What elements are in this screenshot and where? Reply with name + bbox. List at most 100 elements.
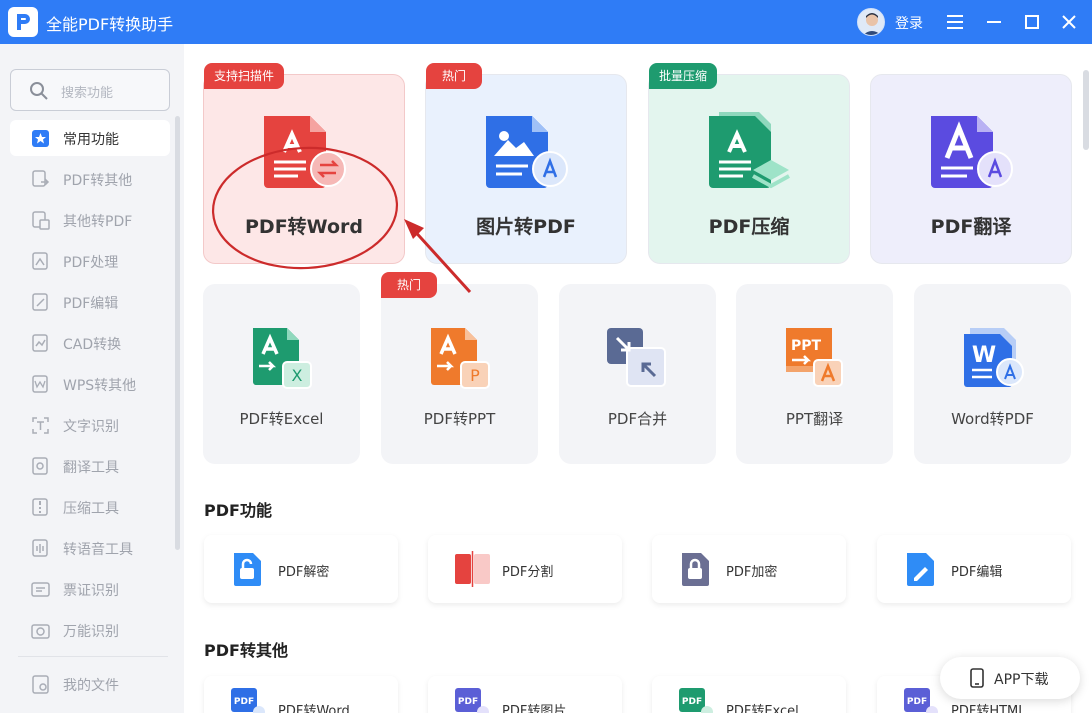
sidebar-item-label: CAD转换 bbox=[63, 337, 122, 353]
feature-card-pdf-to-word[interactable]: 支持扫描件 PDF转Word bbox=[203, 63, 405, 264]
tool-name: Word转PDF bbox=[951, 410, 1034, 428]
ticket-icon bbox=[31, 580, 50, 599]
pdf-process-icon bbox=[31, 252, 50, 271]
small-card-pdf-encrypt[interactable]: PDF加密 bbox=[652, 535, 846, 603]
sidebar-item-translate[interactable]: 翻译工具 bbox=[10, 448, 170, 484]
sidebar-item-universal[interactable]: 万能识别 bbox=[10, 612, 170, 648]
feature-tag: 支持扫描件 bbox=[204, 63, 285, 89]
tool-card-pdf-merge[interactable]: PDF合并 bbox=[559, 284, 716, 464]
small-card-name: PDF分割 bbox=[502, 565, 554, 580]
sidebar-scrollbar[interactable] bbox=[175, 116, 180, 550]
title-bar: 全能PDF转换助手 登录 bbox=[0, 0, 1092, 44]
folder-icon bbox=[31, 675, 50, 694]
sidebar-item-common[interactable]: 常用功能 bbox=[10, 120, 170, 156]
pdf-to-excel-icon: X bbox=[249, 326, 315, 396]
tool-card-pdf-to-ppt[interactable]: 热门 P PDF转PPT bbox=[381, 272, 538, 464]
sidebar-item-compress[interactable]: 压缩工具 bbox=[10, 489, 170, 525]
icon-letter: PPT bbox=[791, 338, 822, 354]
feature-name: PDF翻译 bbox=[930, 216, 1012, 238]
close-icon[interactable] bbox=[1058, 11, 1080, 33]
sidebar-item-label: PDF转其他 bbox=[63, 173, 133, 189]
sidebar-item-voice[interactable]: 转语音工具 bbox=[10, 530, 170, 566]
small-card-pdf-to-image[interactable]: PDF PDF转图片 bbox=[428, 676, 622, 713]
split-icon bbox=[455, 551, 491, 591]
sidebar-item-cad[interactable]: CAD转换 bbox=[10, 325, 170, 361]
feature-card-pdf-compress[interactable]: 批量压缩 PDF压缩 bbox=[648, 63, 850, 264]
feature-name: 图片转PDF bbox=[476, 216, 576, 238]
main-scrollbar[interactable] bbox=[1083, 70, 1089, 150]
sidebar-item-wps[interactable]: WPS转其他 bbox=[10, 366, 170, 402]
small-card-pdf-to-excel[interactable]: PDF PDF转Excel bbox=[652, 676, 846, 713]
pdf-to-word-icon bbox=[260, 112, 350, 206]
small-card-pdf-decrypt[interactable]: PDF解密 bbox=[204, 535, 398, 603]
section-title: PDF功能 bbox=[204, 501, 272, 520]
feature-card-image-to-pdf[interactable]: 热门 图片转PDF bbox=[425, 63, 627, 264]
login-button[interactable]: 登录 bbox=[895, 13, 923, 33]
pdf-to-word-small-icon: PDF bbox=[231, 688, 265, 713]
avatar[interactable] bbox=[857, 8, 885, 36]
small-card-name: PDF转Excel bbox=[726, 704, 799, 713]
sidebar-item-label: 票证识别 bbox=[63, 583, 119, 599]
search-icon bbox=[29, 81, 49, 105]
app-download-button[interactable]: APP下载 bbox=[940, 657, 1080, 699]
image-to-pdf-icon bbox=[482, 112, 572, 206]
sidebar-item-label: WPS转其他 bbox=[63, 378, 137, 394]
feature-tag: 批量压缩 bbox=[649, 63, 718, 89]
menu-icon[interactable] bbox=[944, 11, 966, 33]
pdf-translate-icon bbox=[927, 112, 1017, 206]
minimize-icon[interactable] bbox=[983, 11, 1005, 33]
section-title: PDF转其他 bbox=[204, 641, 288, 660]
pdf-to-ppt-icon: P bbox=[427, 326, 493, 396]
icon-letter: PDF bbox=[682, 697, 702, 707]
pdf-to-html-small-icon: PDF bbox=[904, 688, 938, 713]
wps-icon bbox=[31, 375, 50, 394]
app-title: 全能PDF转换助手 bbox=[46, 15, 174, 34]
sidebar-item-label: 压缩工具 bbox=[63, 501, 119, 517]
tool-card-ppt-translate[interactable]: PPT PPT翻译 bbox=[736, 284, 893, 464]
small-card-name: PDF转图片 bbox=[502, 704, 567, 713]
phone-icon bbox=[970, 668, 984, 692]
sidebar-item-ticket[interactable]: 票证识别 bbox=[10, 571, 170, 607]
tool-tag: 热门 bbox=[381, 272, 438, 298]
sidebar-item-pdf-to-other[interactable]: PDF转其他 bbox=[10, 161, 170, 197]
tool-card-pdf-to-excel[interactable]: X PDF转Excel bbox=[203, 284, 360, 464]
star-grid-icon bbox=[31, 129, 50, 148]
sidebar-item-pdf-process[interactable]: PDF处理 bbox=[10, 243, 170, 279]
ocr-icon bbox=[31, 416, 50, 435]
pdf-compress-icon bbox=[705, 112, 795, 206]
sidebar-item-label: 万能识别 bbox=[63, 624, 119, 640]
sidebar-item-label: 转语音工具 bbox=[63, 542, 133, 558]
search-placeholder: 搜索功能 bbox=[61, 86, 114, 101]
tool-card-word-to-pdf[interactable]: W Word转PDF bbox=[914, 284, 1071, 464]
sidebar-item-label: 我的文件 bbox=[63, 678, 119, 694]
translate-icon bbox=[31, 457, 50, 476]
sidebar-item-my-files[interactable]: 我的文件 bbox=[10, 666, 170, 702]
feature-tag: 热门 bbox=[426, 63, 483, 89]
small-card-pdf-to-word[interactable]: PDF PDF转Word bbox=[204, 676, 398, 713]
sidebar-item-other-to-pdf[interactable]: 其他转PDF bbox=[10, 202, 170, 238]
icon-letter: PDF bbox=[907, 697, 927, 707]
edit-icon bbox=[904, 551, 938, 591]
small-card-pdf-split[interactable]: PDF分割 bbox=[428, 535, 622, 603]
sidebar-item-label: 翻译工具 bbox=[63, 460, 119, 476]
app-download-label: APP下载 bbox=[994, 672, 1049, 688]
sidebar: 搜索功能 常用功能 PDF转其他 其他转PDF PDF处理 PDF编辑 CAD转… bbox=[0, 44, 184, 713]
to-pdf-icon bbox=[31, 211, 50, 230]
maximize-icon[interactable] bbox=[1021, 11, 1043, 33]
sidebar-item-label: 常用功能 bbox=[63, 132, 119, 148]
small-card-name: PDF转Word bbox=[278, 704, 350, 713]
compress-icon bbox=[31, 498, 50, 517]
sidebar-item-ocr[interactable]: 文字识别 bbox=[10, 407, 170, 443]
small-card-name: PDF转HTML bbox=[951, 704, 1026, 713]
word-to-pdf-icon: W bbox=[960, 326, 1026, 396]
feature-card-pdf-translate[interactable]: PDF翻译 bbox=[870, 74, 1072, 264]
camera-icon bbox=[31, 621, 50, 640]
small-card-pdf-edit[interactable]: PDF编辑 bbox=[877, 535, 1071, 603]
tool-name: PDF转PPT bbox=[423, 410, 496, 428]
pdf-edit-icon bbox=[31, 293, 50, 312]
icon-letter: P bbox=[470, 366, 480, 385]
icon-letter: PDF bbox=[458, 697, 478, 707]
sidebar-item-label: 文字识别 bbox=[63, 419, 119, 435]
search-input[interactable]: 搜索功能 bbox=[10, 69, 170, 111]
sidebar-item-pdf-edit[interactable]: PDF编辑 bbox=[10, 284, 170, 320]
